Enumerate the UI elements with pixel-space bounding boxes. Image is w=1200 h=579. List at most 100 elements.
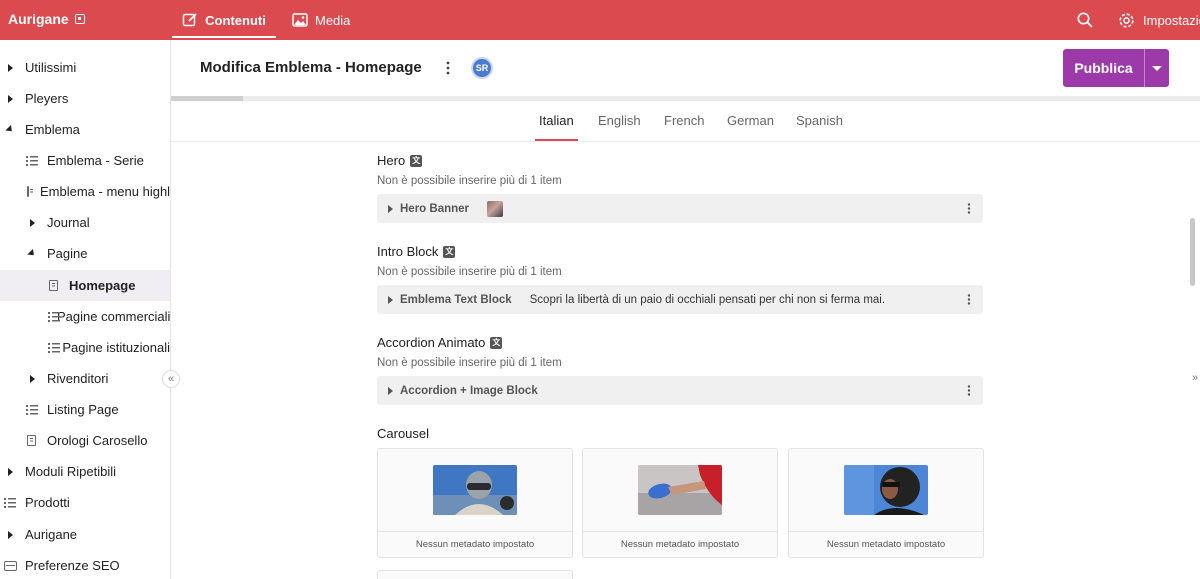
sidebar-item-emblema-serie[interactable]: Emblema - Serie [0, 145, 170, 176]
sidebar-item-listing-page[interactable]: Listing Page [0, 394, 170, 425]
sidebar-item-rivenditori[interactable]: Rivenditori [0, 363, 170, 394]
block-name: Hero Banner [400, 202, 470, 215]
brand-name: Aurigane [8, 11, 69, 27]
section-title-text: Intro Block [377, 244, 439, 259]
sidebar-item-emblema-menu[interactable]: Emblema - menu highlights [0, 176, 170, 207]
tab-label: Contenuti [205, 12, 266, 28]
sidebar-item-label: Homepage [69, 278, 136, 293]
section-title-text: Accordion Animato [377, 335, 486, 350]
settings-box-icon [4, 560, 17, 571]
carousel-card-partial[interactable] [377, 570, 573, 579]
sidebar-item-label: Moduli Ripetibili [25, 464, 117, 479]
search-icon[interactable] [1076, 11, 1094, 29]
tab-italian[interactable]: Italian [539, 113, 574, 128]
sidebar: Utilissimi Pleyers Emblema Emblema - Ser… [0, 40, 171, 579]
card-divider [378, 531, 572, 532]
sidebar-item-prodotti[interactable]: Prodotti [0, 487, 170, 518]
list-icon [26, 155, 38, 166]
sidebar-item-homepage[interactable]: Homepage [0, 270, 170, 301]
sidebar-item-label: Pagine [47, 246, 88, 261]
collapse-sidebar-button[interactable]: « [162, 370, 180, 388]
sidebar-item-pagine-istituzionali[interactable]: Pagine istituzionali [0, 332, 170, 363]
translate-icon: 文 [443, 245, 456, 258]
carousel-image [433, 465, 517, 515]
block-hero-banner[interactable]: Hero Banner [377, 194, 983, 223]
carousel-card[interactable]: Nessun metadato impostato [582, 448, 778, 558]
expand-icon [30, 374, 35, 383]
edit-icon [182, 13, 197, 27]
list-icon [26, 404, 38, 415]
sidebar-item-label: Preferenze SEO [25, 558, 120, 573]
card-caption: Nessun metadato impostato [415, 539, 535, 550]
expand-icon [388, 204, 393, 213]
tab-contenuti[interactable]: Contenuti [172, 0, 276, 40]
sidebar-item-pleyers[interactable]: Pleyers [0, 83, 170, 114]
tab-french[interactable]: French [664, 113, 704, 128]
scrollbar-thumb[interactable] [1190, 218, 1195, 286]
tab-german[interactable]: German [727, 113, 774, 128]
sidebar-item-utilissimi[interactable]: Utilissimi [0, 52, 170, 83]
sidebar-item-label: Pagine istituzionali [62, 340, 170, 355]
publish-button[interactable]: Pubblica [1063, 49, 1145, 87]
section-title-hero: Hero 文 [377, 153, 423, 168]
sidebar-item-pagine-commerciali[interactable]: Pagine commerciali [0, 301, 170, 332]
expand-icon [8, 467, 13, 476]
section-subtitle: Non è possibile inserire più di 1 item [377, 175, 562, 187]
more-options-icon[interactable] [445, 61, 451, 75]
settings-button[interactable]: Impostazioni [1118, 0, 1200, 40]
list-icon [48, 342, 61, 353]
sidebar-item-aurigane[interactable]: Aurigane [0, 519, 170, 550]
block-emblema-text[interactable]: Emblema Text Block Scopri la libertà di … [377, 285, 983, 314]
section-title-text: Hero [377, 153, 406, 168]
external-link-icon [74, 14, 85, 24]
sidebar-item-label: Pleyers [25, 91, 69, 106]
sidebar-item-preferenze-seo[interactable]: Preferenze SEO [0, 550, 170, 579]
sidebar-item-moduli-ripetibili[interactable]: Moduli Ripetibili [0, 456, 170, 487]
more-options-icon[interactable] [967, 203, 971, 214]
expand-icon [30, 218, 35, 227]
tab-label: Media [315, 12, 351, 28]
more-options-icon[interactable] [967, 385, 971, 396]
list-icon [4, 497, 16, 508]
section-title-accordion: Accordion Animato 文 [377, 335, 503, 350]
document-icon [27, 435, 36, 446]
carousel-card[interactable]: Nessun metadato impostato [788, 448, 984, 558]
card-divider [583, 531, 777, 532]
expand-icon [8, 63, 13, 72]
active-tab-indicator [535, 139, 578, 141]
sidebar-item-label: Emblema - Serie [47, 153, 144, 168]
gear-icon [1119, 12, 1134, 28]
translate-icon: 文 [490, 336, 503, 349]
tab-media[interactable]: Media [292, 0, 350, 40]
tab-english[interactable]: English [598, 113, 641, 128]
sidebar-item-orologi-carosello[interactable]: Orologi Carosello [0, 425, 170, 456]
tab-spanish[interactable]: Spanish [796, 113, 843, 128]
expand-icon [388, 386, 393, 395]
expand-icon [8, 94, 13, 103]
document-icon [49, 280, 58, 291]
carousel-image [844, 465, 928, 515]
chevron-right-icon[interactable]: » [1192, 372, 1198, 384]
carousel-image [638, 465, 722, 515]
carousel-card[interactable]: Nessun metadato impostato [377, 448, 573, 558]
expand-icon [388, 295, 393, 304]
section-title-text: Carousel [377, 426, 430, 441]
block-accordion-image[interactable]: Accordion + Image Block [377, 376, 983, 405]
card-caption: Nessun metadato impostato [620, 539, 740, 550]
section-title-carousel: Carousel [377, 426, 429, 441]
sidebar-item-label: Prodotti [25, 495, 70, 510]
translate-icon: 文 [410, 154, 423, 167]
sidebar-item-label: Emblema [25, 122, 80, 137]
expand-icon [8, 530, 13, 539]
sidebar-item-label: Journal [47, 215, 90, 230]
sidebar-item-journal[interactable]: Journal [0, 207, 170, 238]
more-options-icon[interactable] [967, 294, 971, 305]
collapse-icon [5, 124, 15, 135]
block-name: Accordion + Image Block [400, 384, 538, 397]
brand[interactable]: Aurigane [8, 11, 85, 27]
avatar[interactable]: SR [471, 57, 493, 79]
publish-dropdown-button[interactable] [1145, 49, 1169, 87]
collapse-icon [27, 248, 37, 259]
sidebar-item-pagine[interactable]: Pagine [0, 238, 170, 269]
sidebar-item-emblema[interactable]: Emblema [0, 114, 170, 145]
